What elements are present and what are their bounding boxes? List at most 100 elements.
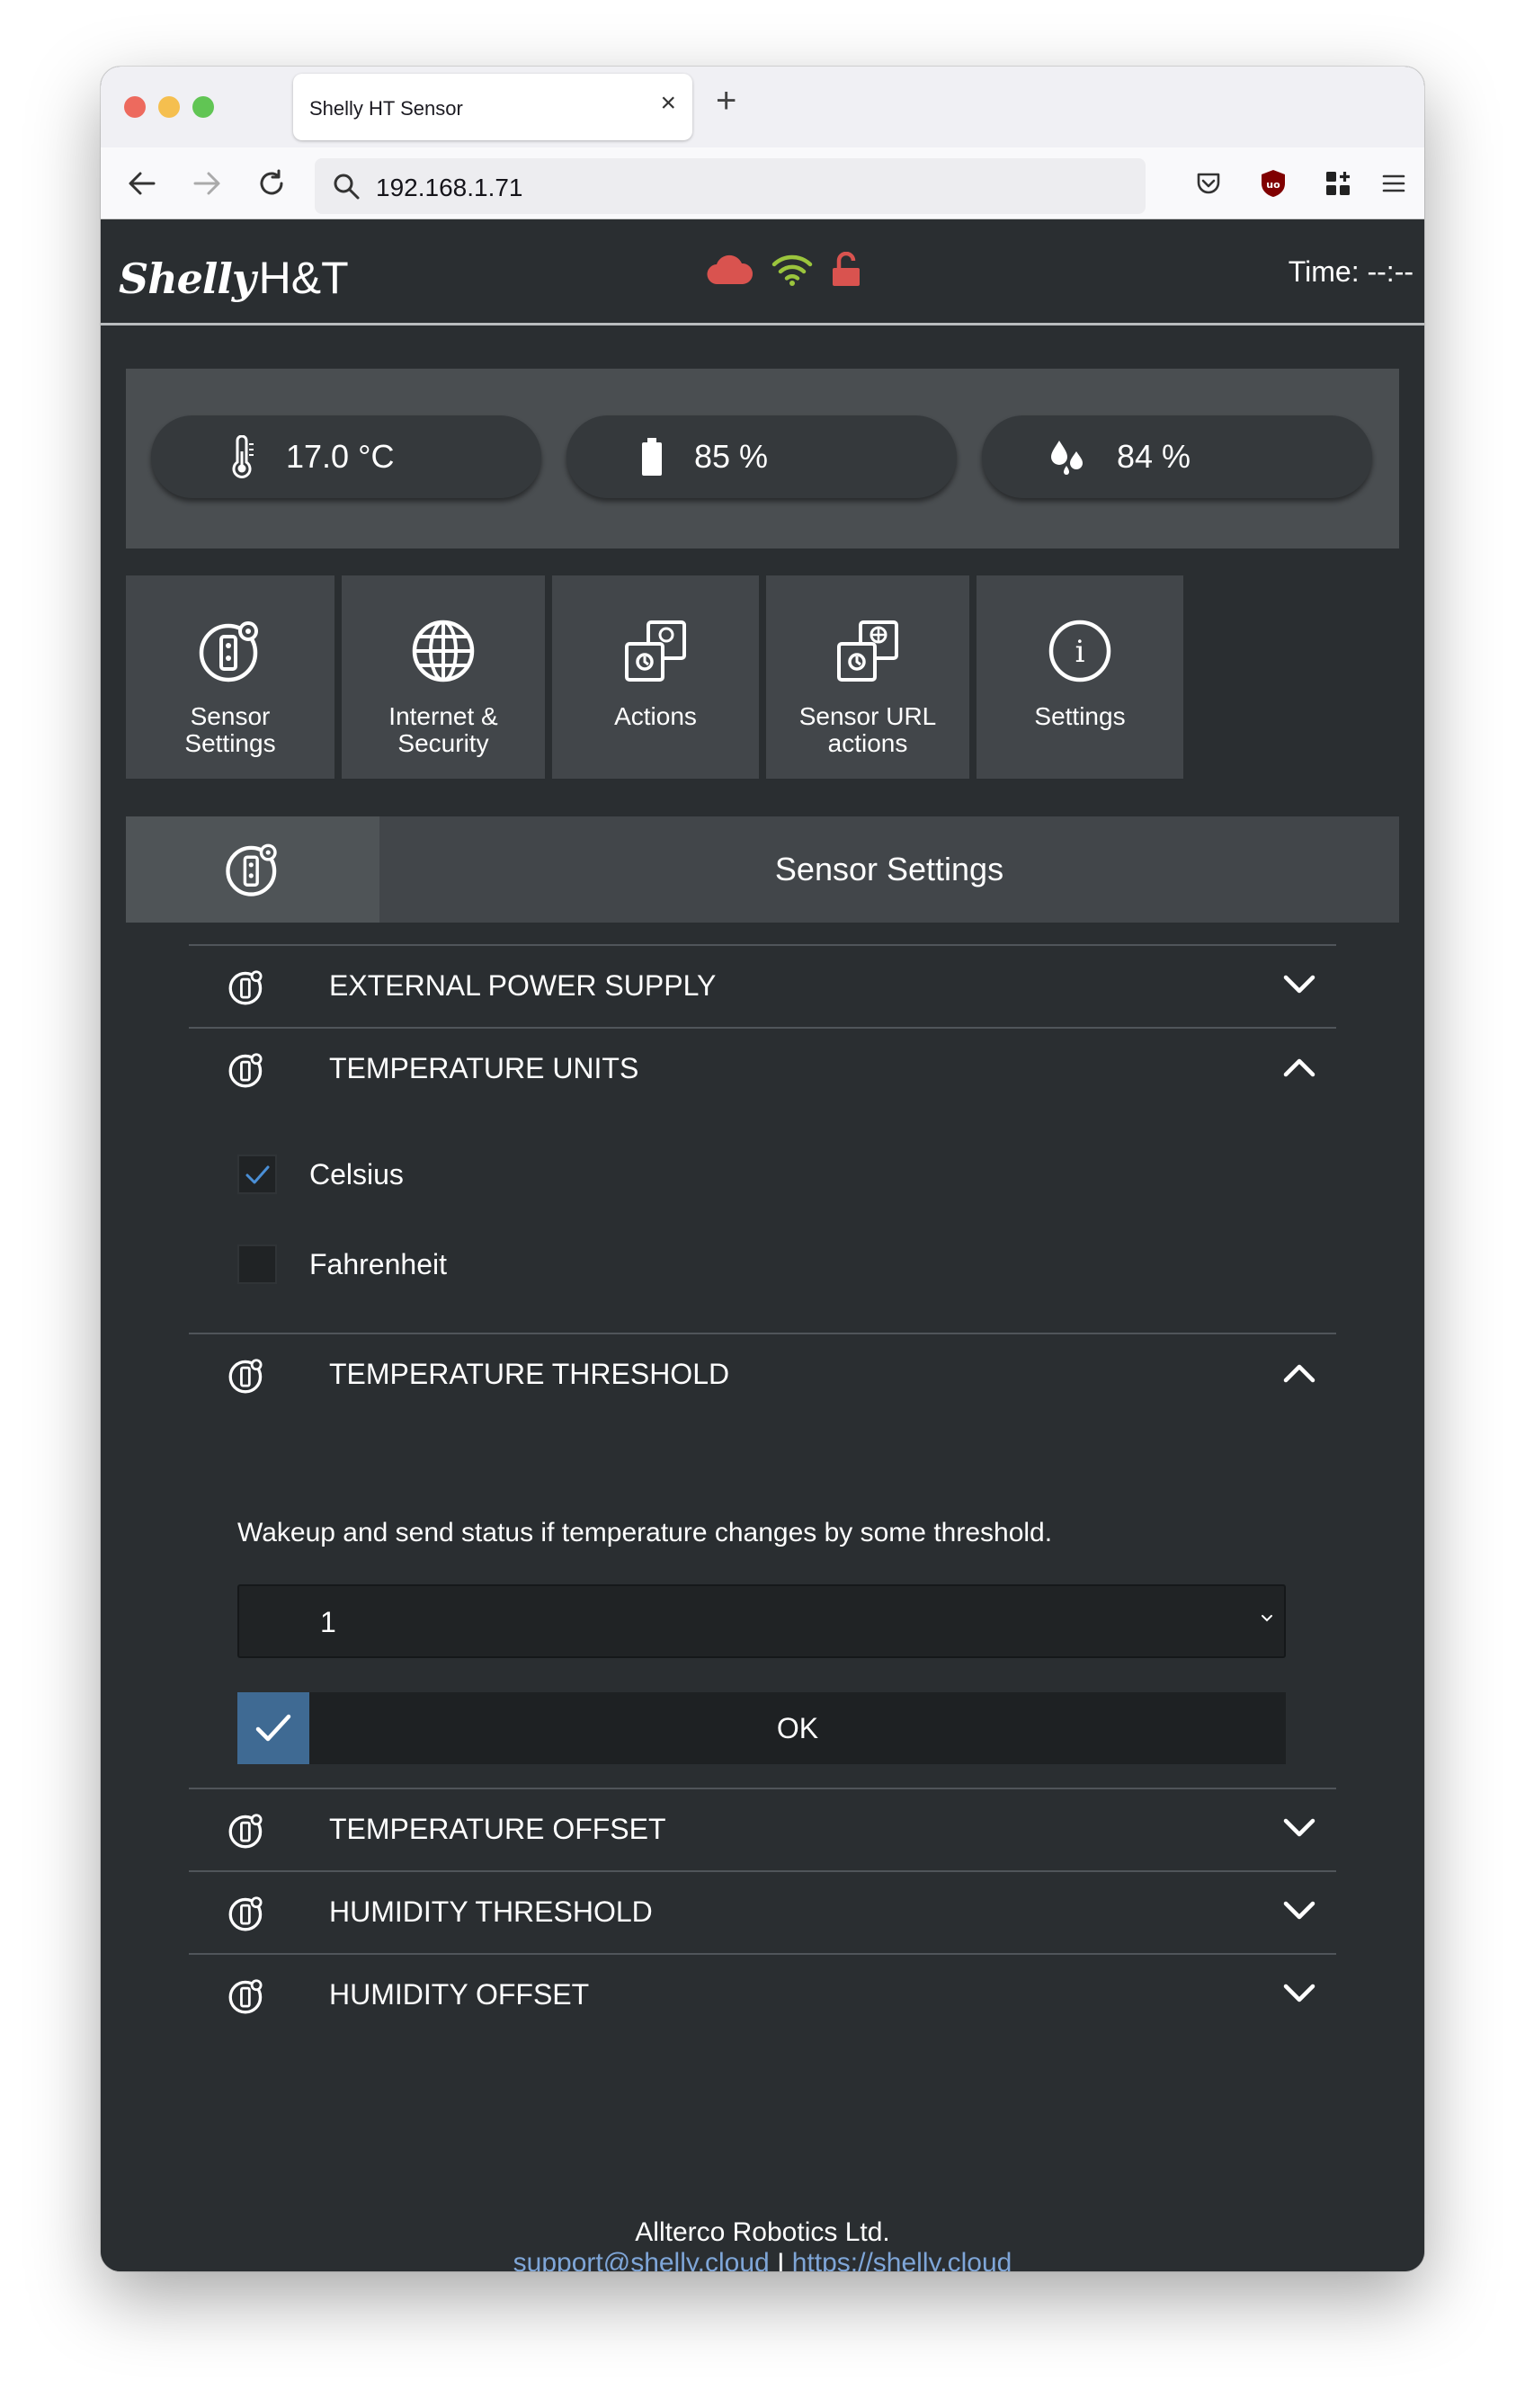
fahrenheit-label: Fahrenheit <box>309 1248 447 1280</box>
section-header: Sensor Settings <box>126 816 1399 923</box>
accordion-temperature-threshold[interactable]: TEMPERATURE THRESHOLD <box>189 1333 1336 1415</box>
info-icon: i <box>1048 620 1111 682</box>
cloud-icon <box>707 254 754 285</box>
menu-label: Internet & Security <box>388 702 498 757</box>
battery-icon <box>642 438 662 476</box>
back-arrow-icon <box>129 172 156 195</box>
pocket-button[interactable] <box>1183 158 1234 209</box>
ok-button[interactable]: OK <box>237 1692 1286 1764</box>
chevron-up-icon <box>1283 1364 1315 1383</box>
threshold-select[interactable]: 1 <box>237 1584 1286 1658</box>
website-link[interactable]: https://shelly.cloud <box>792 2248 1012 2271</box>
reload-icon <box>260 169 283 195</box>
menu-settings[interactable]: i Settings <box>977 575 1183 779</box>
tab-close-icon[interactable]: × <box>660 90 676 117</box>
url-actions-icon <box>837 620 898 682</box>
maximize-window-button[interactable] <box>192 96 214 118</box>
logo-model: H&T <box>258 253 349 303</box>
ok-label: OK <box>776 1712 819 1744</box>
tab-strip: Shelly HT Sensor × + <box>101 67 1424 147</box>
sensor-settings-icon <box>228 1359 263 1394</box>
checkmark-icon <box>255 1714 291 1742</box>
menu-label: Settings <box>1034 702 1126 730</box>
menu-sensor-settings[interactable]: Sensor Settings <box>126 575 334 779</box>
accordion-title: TEMPERATURE OFFSET <box>329 1813 666 1845</box>
extensions-button[interactable] <box>1313 158 1363 209</box>
hamburger-menu-icon <box>1382 174 1405 192</box>
globe-icon <box>412 620 475 682</box>
wifi-icon <box>771 254 813 286</box>
browser-window: Shelly HT Sensor × + 192.168.1.71 uo She… <box>101 67 1424 2271</box>
company-name: Allterco Robotics Ltd. <box>635 2217 890 2247</box>
thermometer-icon <box>232 435 254 478</box>
close-window-button[interactable] <box>124 96 146 118</box>
forward-button[interactable] <box>182 158 232 209</box>
celsius-checkbox[interactable] <box>237 1155 277 1194</box>
shelly-web-ui: Shelly H&T Time: --:-- 17.0 °C 85 % 84 %… <box>101 219 1424 2271</box>
support-email-link[interactable]: support@shelly.cloud <box>513 2248 770 2271</box>
menu-internet-security[interactable]: Internet & Security <box>342 575 545 779</box>
temperature-reading: 17.0 °C <box>151 415 541 498</box>
accordion-temperature-units[interactable]: TEMPERATURE UNITS <box>189 1027 1336 1110</box>
threshold-description: Wakeup and send status if temperature ch… <box>237 1518 1053 1547</box>
menu-actions[interactable]: Actions <box>552 575 759 779</box>
status-icons <box>705 252 861 288</box>
chevron-down-icon <box>1283 1901 1315 1920</box>
url-text: 192.168.1.71 <box>376 174 523 201</box>
ok-check-area <box>237 1692 309 1764</box>
sensor-settings-icon <box>228 1814 263 1849</box>
menu-label: Sensor URL actions <box>798 702 937 757</box>
actions-icon <box>625 620 686 682</box>
accordion-humidity-threshold[interactable]: HUMIDITY THRESHOLD <box>189 1870 1336 1953</box>
svg-text:uo: uo <box>1266 179 1280 191</box>
threshold-select-value: 1 <box>320 1606 336 1638</box>
sensor-settings-icon <box>199 621 258 682</box>
accordion-temperature-offset[interactable]: TEMPERATURE OFFSET <box>189 1788 1336 1870</box>
chevron-down-icon <box>1283 975 1315 994</box>
sensor-settings-icon <box>228 1053 263 1088</box>
minimize-window-button[interactable] <box>158 96 180 118</box>
battery-reading: 85 % <box>566 415 957 498</box>
logo-script: Shelly <box>119 254 256 303</box>
celsius-label: Celsius <box>309 1158 404 1191</box>
shelly-header: Shelly H&T Time: --:-- <box>101 219 1424 326</box>
accordion-title: HUMIDITY THRESHOLD <box>329 1895 653 1928</box>
browser-tab[interactable]: Shelly HT Sensor × <box>293 74 692 140</box>
chevron-up-icon <box>1283 1058 1315 1077</box>
humidity-value: 84 % <box>1117 438 1191 475</box>
forward-arrow-icon <box>193 172 220 195</box>
ublock-shield-icon: uo <box>1262 170 1285 197</box>
pocket-icon <box>1197 173 1220 194</box>
menu-sensor-url-actions[interactable]: Sensor URL actions <box>766 575 969 779</box>
menu-button[interactable] <box>1369 158 1419 209</box>
section-title: Sensor Settings <box>774 851 1004 887</box>
accordion-title: TEMPERATURE THRESHOLD <box>329 1358 730 1390</box>
url-bar[interactable]: 192.168.1.71 <box>315 158 1146 214</box>
accordion-title: TEMPERATURE UNITS <box>329 1052 639 1084</box>
time-display: Time: --:-- <box>1288 255 1414 288</box>
search-icon <box>334 174 360 200</box>
tab-title: Shelly HT Sensor <box>309 97 463 120</box>
footer-separator: I <box>777 2248 785 2271</box>
humidity-drops-icon <box>1051 441 1083 475</box>
sensor-settings-icon <box>228 1896 263 1931</box>
ublock-button[interactable]: uo <box>1248 158 1298 209</box>
accordion-title: HUMIDITY OFFSET <box>329 1978 590 2011</box>
fahrenheit-checkbox[interactable] <box>237 1244 277 1284</box>
sensor-settings-icon <box>228 970 263 1005</box>
unlocked-icon <box>833 252 860 286</box>
reload-button[interactable] <box>246 158 297 209</box>
humidity-reading: 84 % <box>982 415 1372 498</box>
accordion-external-power[interactable]: EXTERNAL POWER SUPPLY <box>189 944 1336 1027</box>
chevron-down-icon <box>1283 1984 1315 2002</box>
shelly-logo: Shelly H&T <box>119 252 349 304</box>
footer: Allterco Robotics Ltd. support@shelly.cl… <box>101 2217 1424 2271</box>
new-tab-button[interactable]: + <box>716 83 736 119</box>
sensor-readings: 17.0 °C 85 % 84 % <box>126 369 1399 548</box>
navigation-bar: 192.168.1.71 uo <box>101 147 1424 219</box>
back-button[interactable] <box>117 158 167 209</box>
accordion-humidity-offset[interactable]: HUMIDITY OFFSET <box>189 1953 1336 2036</box>
chevron-down-icon <box>1283 1818 1315 1837</box>
accordion-title: EXTERNAL POWER SUPPLY <box>329 969 717 1002</box>
temperature-value: 17.0 °C <box>286 438 395 475</box>
